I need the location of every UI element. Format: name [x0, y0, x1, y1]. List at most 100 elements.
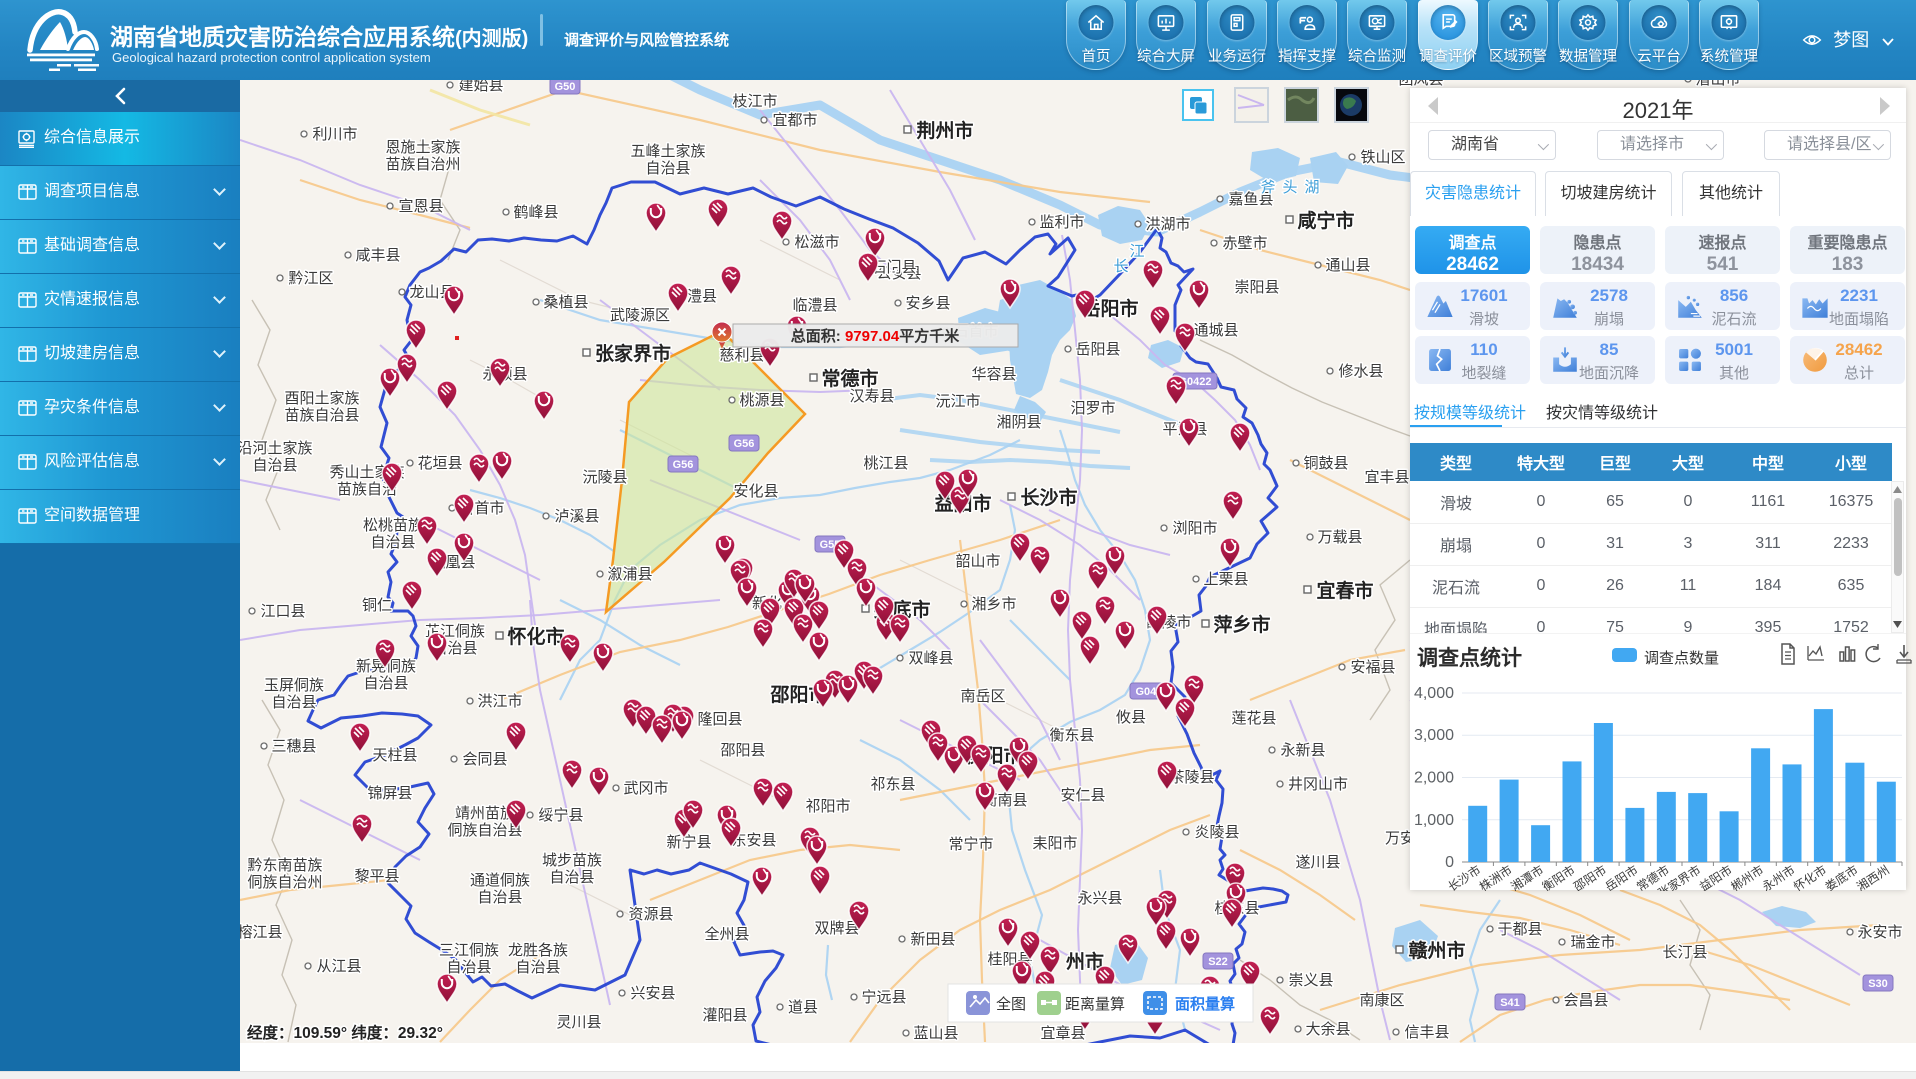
svg-text:邵阳市: 邵阳市: [1571, 862, 1609, 891]
svg-text:沅江市: 沅江市: [935, 393, 980, 410]
svg-text:新田县: 新田县: [910, 931, 955, 948]
svg-text:永新县: 永新县: [1280, 742, 1325, 759]
svg-text:浏阳市: 浏阳市: [1172, 520, 1217, 537]
svg-text:蓝山县: 蓝山县: [913, 1025, 958, 1042]
svg-text:0: 0: [1445, 854, 1454, 871]
svg-text:1,000: 1,000: [1414, 812, 1454, 829]
svg-text:2,000: 2,000: [1414, 770, 1454, 787]
svg-text:利川市: 利川市: [312, 126, 357, 143]
svg-text:经度：109.59° 纬度：29.32°: 经度：109.59° 纬度：29.32°: [247, 1023, 443, 1042]
svg-text:瑞金市: 瑞金市: [1570, 934, 1615, 951]
svg-text:株洲市: 株洲市: [1476, 862, 1514, 891]
svg-text:大余县: 大余县: [1305, 1020, 1350, 1038]
svg-text:自治县: 自治县: [271, 694, 316, 711]
svg-text:宜都市: 宜都市: [772, 112, 817, 129]
svg-text:安化县: 安化县: [733, 483, 778, 500]
svg-text:自治县: 自治县: [645, 160, 690, 177]
svg-text:莲花县: 莲花县: [1231, 710, 1276, 727]
svg-text:玉屏侗族: 玉屏侗族: [264, 677, 324, 694]
svg-text:桑植县: 桑植县: [543, 294, 588, 311]
svg-text:会昌县: 会昌县: [1563, 992, 1608, 1009]
svg-text:益阳市: 益阳市: [1696, 862, 1734, 891]
svg-text:侗族自治州: 侗族自治州: [247, 874, 322, 891]
svg-text:武陵源区: 武陵源区: [610, 307, 670, 324]
svg-text:咸宁市: 咸宁市: [1297, 209, 1354, 232]
svg-text:沅陵县: 沅陵县: [582, 469, 627, 486]
svg-text:全州县: 全州县: [704, 925, 749, 943]
svg-text:上栗县: 上栗县: [1203, 571, 1248, 588]
svg-text:S41: S41: [1500, 997, 1520, 1009]
svg-text:苗族自治县: 苗族自治县: [284, 407, 359, 424]
svg-text:建始县: 建始县: [458, 80, 503, 94]
svg-text:团风县: 团风县: [1398, 80, 1443, 88]
svg-text:天柱县: 天柱县: [372, 747, 417, 764]
svg-text:万载县: 万载县: [1317, 529, 1362, 546]
svg-text:咸丰县: 咸丰县: [355, 247, 400, 264]
svg-text:南康区: 南康区: [1359, 992, 1404, 1009]
svg-text:自治县: 自治县: [515, 959, 560, 976]
svg-text:S22: S22: [1208, 956, 1228, 968]
svg-text:安福县: 安福县: [1350, 659, 1395, 676]
svg-text:江: 江: [1129, 243, 1144, 260]
svg-text:G56: G56: [673, 459, 694, 471]
svg-text:新宁县: 新宁县: [666, 834, 711, 851]
svg-text:黔东南苗族: 黔东南苗族: [247, 857, 322, 874]
svg-text:黔江区: 黔江区: [288, 270, 333, 287]
svg-text:于都县: 于都县: [1497, 921, 1542, 938]
svg-text:常德市: 常德市: [821, 367, 878, 390]
svg-text:五峰土家族: 五峰土家族: [630, 143, 705, 160]
svg-text:赤壁市: 赤壁市: [1222, 235, 1267, 252]
svg-text:湖: 湖: [1304, 179, 1319, 196]
svg-text:龙胜各族: 龙胜各族: [508, 942, 568, 959]
svg-text:锦屏县: 锦屏县: [367, 785, 412, 802]
svg-text:宁远县: 宁远县: [861, 989, 906, 1006]
svg-text:G50: G50: [555, 81, 576, 93]
svg-text:3,000: 3,000: [1414, 727, 1454, 744]
svg-text:永安市: 永安市: [1857, 924, 1902, 941]
svg-text:双峰县: 双峰县: [908, 650, 953, 667]
svg-text:自治县: 自治县: [370, 534, 415, 551]
svg-text:萍乡市: 萍乡市: [1213, 613, 1270, 636]
svg-text:面积量算: 面积量算: [1175, 995, 1235, 1013]
svg-text:铁山区: 铁山区: [1360, 149, 1405, 166]
svg-text:4,000: 4,000: [1414, 685, 1454, 702]
svg-text:井冈山市: 井冈山市: [1288, 776, 1348, 793]
svg-text:耒阳市: 耒阳市: [1032, 835, 1077, 852]
svg-text:信丰县: 信丰县: [1404, 1024, 1449, 1041]
svg-text:泸溪县: 泸溪县: [554, 508, 599, 525]
svg-text:潜山市: 潜山市: [1695, 80, 1740, 88]
svg-text:从江县: 从江县: [316, 958, 361, 975]
svg-text:长: 长: [1113, 258, 1128, 275]
svg-text:张家界市: 张家界市: [595, 342, 671, 365]
svg-text:双牌县: 双牌县: [814, 920, 859, 937]
svg-text:距离量算: 距离量算: [1065, 995, 1125, 1013]
svg-text:松滋市: 松滋市: [794, 234, 839, 251]
svg-text:三江侗族: 三江侗族: [439, 942, 499, 959]
svg-text:宜丰县: 宜丰县: [1364, 469, 1409, 486]
svg-text:酉阳土家族: 酉阳土家族: [284, 390, 359, 407]
svg-text:韶山市: 韶山市: [955, 553, 1000, 570]
svg-text:赣州市: 赣州市: [1408, 939, 1465, 962]
svg-text:常宁市: 常宁市: [948, 836, 993, 853]
svg-text:自治县: 自治县: [549, 869, 594, 886]
svg-text:慈利县: 慈利县: [719, 347, 764, 364]
svg-text:通道侗族: 通道侗族: [470, 872, 530, 889]
svg-text:衡阳市: 衡阳市: [1539, 862, 1577, 891]
svg-text:怀化市: 怀化市: [507, 625, 564, 648]
svg-text:松桃苗族: 松桃苗族: [363, 517, 423, 534]
svg-text:监利市: 监利市: [1039, 214, 1084, 231]
svg-text:华容县: 华容县: [971, 366, 1016, 383]
svg-text:湘西州: 湘西州: [1854, 862, 1892, 891]
svg-text:自治县: 自治县: [477, 889, 522, 906]
svg-text:总面积: 9797.04平方千米: 总面积: 9797.04平方千米: [791, 327, 960, 345]
svg-text:南岳区: 南岳区: [960, 688, 1005, 705]
svg-text:斧: 斧: [1260, 179, 1275, 196]
svg-text:道县: 道县: [788, 999, 818, 1016]
svg-text:宜春市: 宜春市: [1316, 579, 1373, 602]
svg-text:自治县: 自治县: [252, 457, 297, 474]
svg-text:苗族自治州: 苗族自治州: [385, 156, 460, 173]
svg-text:桃源县: 桃源县: [739, 392, 784, 409]
svg-text:临澧县: 临澧县: [792, 297, 837, 314]
svg-text:洪湖市: 洪湖市: [1145, 216, 1190, 233]
svg-text:榕江县: 榕江县: [240, 924, 283, 941]
